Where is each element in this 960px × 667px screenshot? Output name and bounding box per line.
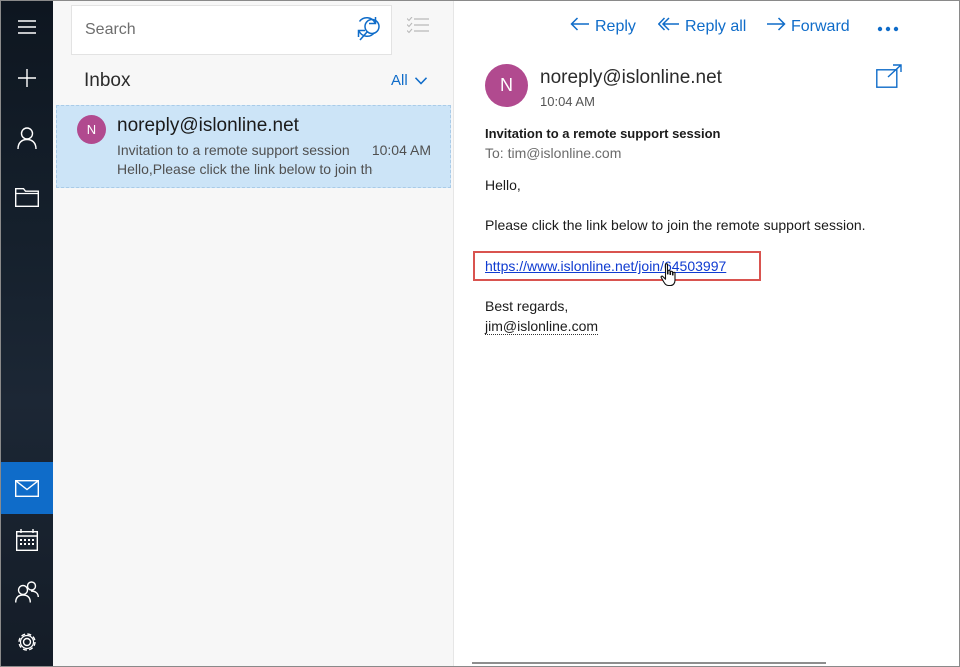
message-list-pane: Search Inbox All N noreply@islonline.net…: [53, 1, 453, 666]
message-list-item[interactable]: N noreply@islonline.net Invitation to a …: [56, 105, 451, 188]
reading-pane: Reply Reply all Forward N noreply@islonl…: [454, 1, 959, 666]
person-icon: [17, 127, 37, 149]
sent-time: 10:04 AM: [540, 94, 595, 109]
forward-button[interactable]: Forward: [766, 17, 850, 36]
email-subject: Invitation to a remote support session: [485, 126, 721, 141]
recipient-line: To: tim@islonline.com: [485, 145, 622, 161]
settings-button[interactable]: [1, 616, 53, 666]
message-subject: Invitation to a remote support session: [117, 142, 350, 158]
search-input[interactable]: Search: [85, 21, 136, 39]
chevron-down-icon: [414, 72, 427, 89]
email-greeting: Hello,: [485, 177, 521, 193]
email-closing: Best regards,: [485, 298, 569, 314]
menu-icon: [18, 20, 36, 34]
hand-cursor-icon: [660, 263, 680, 294]
people-icon: [15, 581, 39, 603]
mail-icon: [15, 479, 39, 497]
calendar-button[interactable]: [1, 514, 53, 566]
filter-dropdown[interactable]: All: [391, 72, 427, 89]
double-arrow-left-icon: [657, 17, 680, 36]
message-sender: noreply@islonline.net: [117, 115, 299, 136]
avatar: N: [77, 115, 106, 144]
more-actions-button[interactable]: [877, 19, 899, 37]
more-dots-icon: [877, 19, 899, 37]
menu-button[interactable]: [1, 1, 53, 53]
search-box[interactable]: Search: [71, 5, 392, 55]
new-mail-button[interactable]: [1, 52, 53, 104]
reply-all-button[interactable]: Reply all: [657, 17, 747, 36]
select-mode-icon[interactable]: [406, 16, 429, 40]
arrow-left-icon: [570, 17, 590, 36]
folder-icon: [15, 187, 39, 207]
folders-button[interactable]: [1, 171, 53, 223]
mail-app-window: Search Inbox All N noreply@islonline.net…: [0, 0, 960, 667]
join-session-link[interactable]: https://www.islonline.net/join/64503997: [485, 258, 726, 274]
horizontal-scrollbar[interactable]: [472, 662, 826, 664]
reply-button[interactable]: Reply: [570, 17, 636, 36]
sender-avatar: N: [485, 64, 528, 107]
people-button[interactable]: [1, 566, 53, 618]
sync-icon[interactable]: [355, 15, 379, 44]
message-time: 10:04 AM: [371, 142, 431, 158]
forward-label: Forward: [791, 17, 850, 35]
nav-rail: [1, 1, 53, 666]
gear-icon: [15, 630, 39, 654]
reply-label: Reply: [595, 17, 636, 35]
reply-all-label: Reply all: [685, 17, 747, 35]
calendar-icon: [16, 529, 38, 551]
plus-icon: [18, 69, 36, 87]
sender-address[interactable]: noreply@islonline.net: [540, 67, 722, 89]
open-in-new-window-icon[interactable]: [876, 64, 902, 93]
accounts-button[interactable]: [1, 112, 53, 164]
filter-label: All: [391, 72, 408, 89]
folder-title: Inbox: [84, 70, 131, 91]
email-signature[interactable]: jim@islonline.com: [485, 318, 599, 335]
arrow-right-icon: [766, 17, 786, 36]
mail-button[interactable]: [1, 462, 53, 514]
email-body-text: Please click the link below to join the …: [485, 217, 866, 233]
message-preview: Hello,Please click the link below to joi…: [117, 161, 373, 177]
